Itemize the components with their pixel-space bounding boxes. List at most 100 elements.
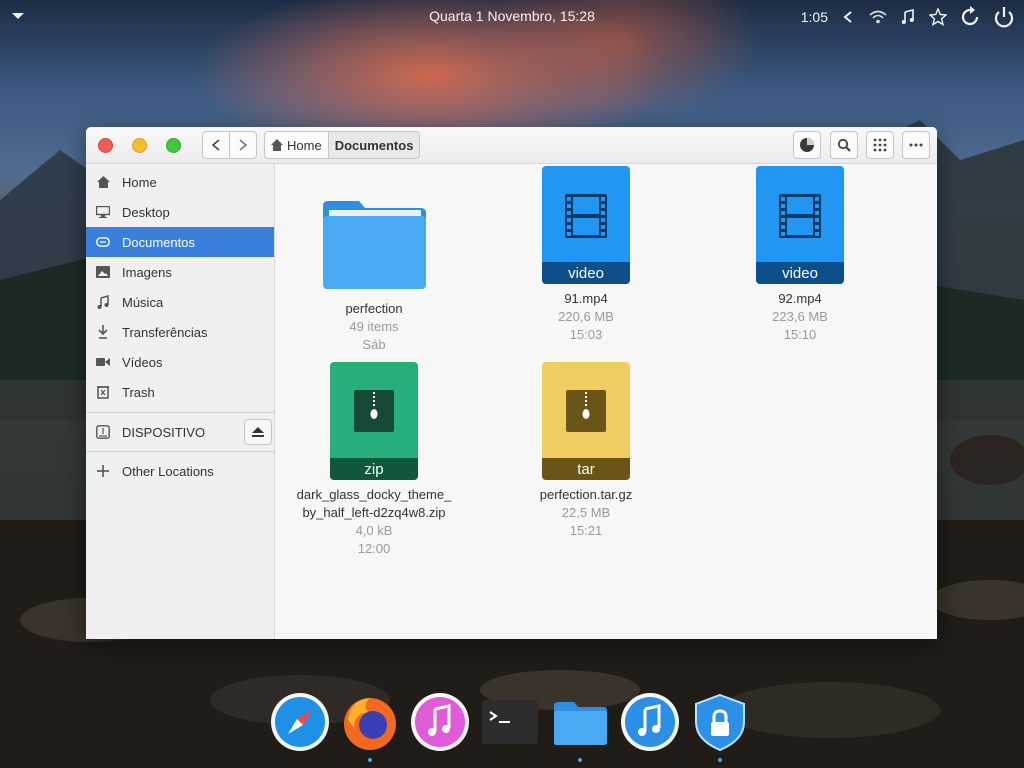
sidebar-item-other-locations[interactable]: Other Locations xyxy=(86,456,274,486)
trash-icon xyxy=(96,385,110,399)
music-note-icon[interactable] xyxy=(898,7,918,27)
grid-icon xyxy=(873,138,887,152)
maximize-button[interactable] xyxy=(166,138,181,153)
wifi-icon[interactable] xyxy=(868,7,888,27)
running-indicator xyxy=(368,758,372,762)
dock-vpn[interactable] xyxy=(690,692,750,762)
sidebar-item-videos[interactable]: Vídeos xyxy=(86,347,274,377)
search-button[interactable] xyxy=(830,131,858,159)
view-grid-button[interactable] xyxy=(866,131,894,159)
sidebar-item-label: Transferências xyxy=(122,324,208,340)
eject-button[interactable] xyxy=(244,419,272,445)
file-item-video[interactable]: video 91.mp4 220,6 MB 15:03 xyxy=(511,166,661,344)
file-type-badge: zip xyxy=(330,458,418,480)
sidebar-item-label: Other Locations xyxy=(122,463,214,479)
navigation-buttons xyxy=(202,131,257,159)
dock xyxy=(270,686,750,762)
header-bar: Home Documentos xyxy=(86,127,937,164)
sidebar-item-label: Música xyxy=(122,294,164,310)
breadcrumb-home-label: Home xyxy=(287,137,322,153)
disk-usage-button[interactable] xyxy=(793,131,821,159)
film-icon xyxy=(565,194,607,238)
eject-icon xyxy=(252,426,264,437)
music-icon xyxy=(621,693,679,751)
sidebar-item-transferencias[interactable]: Transferências xyxy=(86,317,274,347)
back-button[interactable] xyxy=(203,132,229,158)
running-indicator xyxy=(718,758,722,762)
file-name: 91.mp4 xyxy=(564,291,608,306)
videos-icon xyxy=(96,355,110,369)
chevron-left-icon xyxy=(211,139,220,151)
itunes-icon xyxy=(411,693,469,751)
firefox-icon xyxy=(344,698,396,750)
sidebar-divider xyxy=(86,412,274,413)
dock-itunes[interactable] xyxy=(410,692,470,752)
pictures-icon xyxy=(96,265,110,279)
battery-time[interactable]: 1:05 xyxy=(801,9,828,25)
file-date: 15:21 xyxy=(569,523,603,538)
file-name: perfection.tar.gz xyxy=(539,487,633,502)
zip-file-icon: zip xyxy=(330,362,418,480)
sidebar-item-label: Home xyxy=(122,174,157,190)
sidebar-item-imagens[interactable]: Imagens xyxy=(86,257,274,287)
file-date: 15:03 xyxy=(569,327,603,342)
file-type-badge: tar xyxy=(542,458,630,480)
file-date: Sáb xyxy=(362,337,386,352)
file-size: 49 items xyxy=(349,319,399,334)
vpn-lock-icon xyxy=(695,693,745,752)
file-date: 15:10 xyxy=(783,327,817,342)
chevron-right-icon xyxy=(239,139,248,151)
plus-icon xyxy=(96,464,110,478)
more-icon xyxy=(909,143,923,147)
archive-zipper-icon xyxy=(354,390,394,432)
refresh-icon[interactable] xyxy=(958,5,982,29)
power-icon[interactable] xyxy=(992,5,1016,29)
close-button[interactable] xyxy=(98,138,113,153)
chevron-left-icon[interactable] xyxy=(838,7,858,27)
minimize-button[interactable] xyxy=(132,138,147,153)
forward-button[interactable] xyxy=(229,132,256,158)
home-icon xyxy=(96,175,110,189)
star-icon[interactable] xyxy=(928,7,948,27)
dock-files[interactable] xyxy=(550,692,610,762)
video-file-icon: video xyxy=(542,166,630,284)
sidebar-item-home[interactable]: Home xyxy=(86,167,274,197)
file-name: dark_glass_docky_theme_ by_half_left-d2z… xyxy=(296,487,452,520)
running-indicator xyxy=(578,758,582,762)
sidebar-item-label: Trash xyxy=(122,384,155,400)
breadcrumb-home[interactable]: Home xyxy=(265,132,328,158)
search-icon xyxy=(837,138,851,152)
dock-safari[interactable] xyxy=(270,692,330,752)
sidebar-item-documentos[interactable]: Documentos xyxy=(86,227,274,257)
file-item-video[interactable]: video 92.mp4 223,6 MB 15:10 xyxy=(725,166,875,344)
file-size: 223,6 MB xyxy=(772,309,828,324)
sidebar-item-musica[interactable]: Música xyxy=(86,287,274,317)
file-size: 220,6 MB xyxy=(558,309,614,324)
breadcrumb-current[interactable]: Documentos xyxy=(327,132,420,158)
file-type-badge: video xyxy=(542,262,630,284)
terminal-icon xyxy=(482,700,538,744)
desktop-icon xyxy=(96,205,110,219)
file-name: 92.mp4 xyxy=(778,291,822,306)
file-item-folder[interactable]: perfection 49 items Sáb xyxy=(299,176,449,354)
sidebar: Home Desktop Documentos Imagens Música T… xyxy=(86,164,275,639)
sidebar-item-desktop[interactable]: Desktop xyxy=(86,197,274,227)
file-type-badge: video xyxy=(756,262,844,284)
menu-button[interactable] xyxy=(902,131,930,159)
sidebar-item-trash[interactable]: Trash xyxy=(86,377,274,407)
sidebar-divider xyxy=(86,451,274,452)
file-view: perfection 49 items Sáb video 91.mp4 220… xyxy=(275,164,937,639)
sidebar-item-label: DISPOSITIVO xyxy=(122,424,206,440)
dock-firefox[interactable] xyxy=(340,692,400,762)
file-size: 22,5 MB xyxy=(561,505,611,520)
file-item-tar[interactable]: tar perfection.tar.gz 22,5 MB 15:21 xyxy=(511,362,661,540)
dock-terminal[interactable] xyxy=(480,692,540,752)
dock-music[interactable] xyxy=(620,692,680,752)
pie-chart-icon xyxy=(800,138,814,152)
sidebar-item-label: Vídeos xyxy=(122,354,163,370)
tar-file-icon: tar xyxy=(542,362,630,480)
file-manager-window: Home Documentos Home Desktop Documentos … xyxy=(86,127,937,639)
sidebar-item-device[interactable]: DISPOSITIVO xyxy=(86,417,274,447)
sidebar-item-label: Imagens xyxy=(122,264,172,280)
file-item-zip[interactable]: zip dark_glass_docky_theme_ by_half_left… xyxy=(289,362,459,558)
